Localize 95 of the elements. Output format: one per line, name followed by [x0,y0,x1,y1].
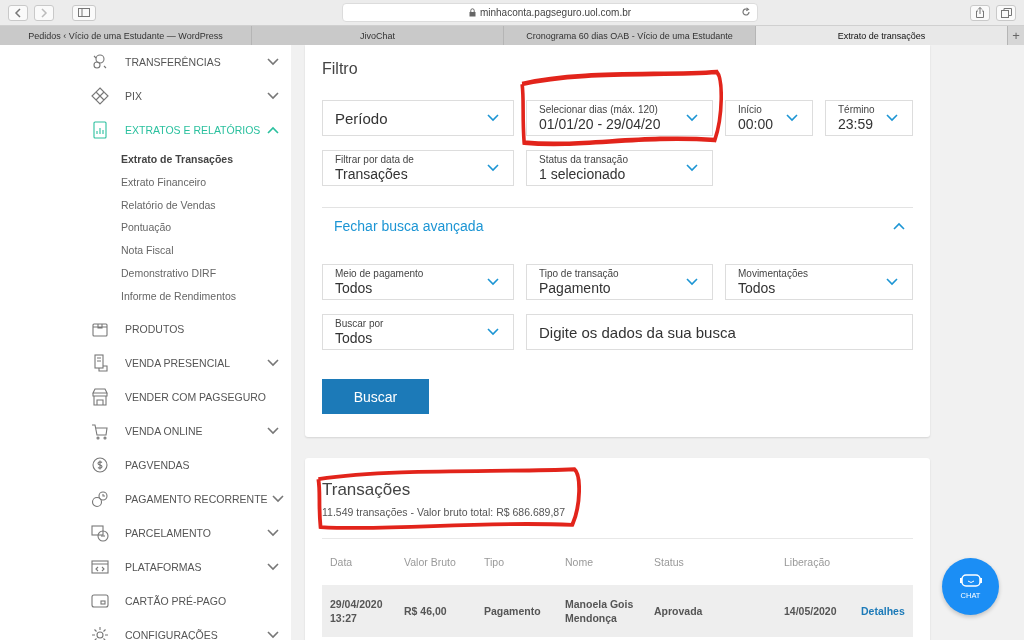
sidebar-item[interactable]: PLATAFORMAS [0,549,291,584]
dropdown-field[interactable]: Buscar por Todos [322,314,514,350]
dropdown-field[interactable]: Término 23:59 [825,100,913,136]
chevron-icon [893,222,905,230]
chevron-icon [267,528,279,537]
sidebar-item[interactable]: VENDA PRESENCIAL [0,345,291,380]
menu-icon [91,121,109,139]
chevron-icon [267,92,279,100]
sidebar-item[interactable]: CARTÃO PRÉ-PAGO [0,583,291,618]
chevron-icon [267,426,279,435]
menu-icon [91,53,109,71]
menu-icon [91,87,109,105]
section-title: Transações [322,480,412,500]
menu-icon [91,625,109,640]
section-title: Filtro [322,59,358,79]
sidebar-item[interactable]: PAGAMENTO RECORRENTE [0,481,291,516]
reload-icon[interactable] [741,7,751,17]
chevron-icon [886,278,898,286]
table-cell: Aprovada [654,605,703,617]
table-cell: R$ 46,00 [404,605,447,617]
column-header: Data [330,556,353,568]
submenu-item[interactable]: Demonstrativo DIRF [121,262,217,285]
chevron-icon [267,630,279,639]
sidebar-item[interactable]: PIX [0,79,291,113]
sidebar-item[interactable]: VENDER COM PAGSEGURO [0,379,291,414]
column-header: Status [654,556,684,568]
menu-icon [91,523,109,542]
tabs-button[interactable] [996,4,1016,21]
menu-icon [91,455,109,474]
submenu-item[interactable]: Nota Fiscal [121,239,174,262]
submenu-item[interactable]: Extrato Financeiro [121,170,207,194]
robot-icon [958,573,983,589]
chevron-icon [487,164,499,172]
table-cell: Pagamento [484,605,541,617]
chevron-icon [271,494,284,503]
table-cell: 14/05/2020 [784,605,837,617]
menu-icon [91,557,109,576]
menu-icon [91,591,109,610]
dropdown-field[interactable]: Filtrar por data de Transações [322,150,514,186]
sidebar-icon [78,8,90,17]
chevron-icon [786,114,798,122]
dropdown-field[interactable]: Tipo de transação Pagamento [526,264,713,300]
transactions-summary: 11.549 transações - Valor bruto total: R$ 686.689,87 [322,506,566,518]
details-link[interactable]: Detalhes [861,605,905,617]
chevron-icon [267,562,279,571]
sidebar-item[interactable]: PARCELAMENTO [0,515,291,550]
back-button[interactable] [8,4,28,21]
table-cell: Manoela Gois Mendonça [565,598,634,624]
menu-icon [91,353,109,372]
submenu-item[interactable]: Pontuação [121,216,172,240]
menu-icon [91,421,109,440]
column-header: Valor Bruto [404,556,456,568]
submenu-item[interactable]: Relatório de Vendas [121,193,216,217]
chevron-icon [267,358,279,367]
chevron-icon [487,114,499,122]
share-button[interactable] [970,4,990,21]
dropdown-field[interactable]: Início 00:00 [725,100,813,136]
chevron-icon [487,328,499,336]
chevron-icon [886,114,898,122]
menu-icon [91,387,109,406]
sidebar-button[interactable] [72,4,96,21]
browser-tab[interactable]: Extrato de transações [756,26,1008,45]
sidebar-item[interactable]: PAGVENDAS [0,447,291,482]
submenu-item[interactable]: Informe de Rendimentos [121,284,236,308]
address-field[interactable]: minhaconta.pagseguro.uol.com.br [342,3,758,22]
search-field[interactable]: Digite os dados da sua busca [526,314,913,350]
chevron-icon [267,58,279,66]
dropdown-field[interactable]: Selecionar dias (máx. 120) 01/01/20 - 29/04/20 [526,100,713,136]
new-tab-button[interactable]: + [1008,26,1024,45]
sidebar-item[interactable]: TRANSFERÊNCIAS [0,45,291,79]
sidebar-item[interactable]: CONFIGURAÇÕES [0,617,291,640]
table-cell: 29/04/2020 13:27 [330,598,383,624]
dropdown-field[interactable]: Movimentações Todos [725,264,913,300]
forward-icon [40,7,48,18]
chevron-icon [487,278,499,286]
back-icon [14,7,22,18]
dropdown-field[interactable]: Meio de pagamento Todos [322,264,514,300]
search-button[interactable]: Buscar [322,379,429,414]
tabs-icon [1000,7,1012,18]
dropdown-field[interactable]: Status da transação 1 selecionado [526,150,713,186]
menu-icon [91,489,109,508]
column-header: Nome [565,556,593,568]
column-header: Liberação [784,556,831,568]
lock-icon [468,8,476,17]
chevron-icon [686,114,698,122]
submenu-item[interactable]: Extrato de Transações [121,148,234,171]
dropdown-field[interactable]: Período [322,100,514,136]
sidebar-item[interactable]: PRODUTOS [0,311,291,346]
chevron-icon [686,164,698,172]
column-header: Tipo [484,556,505,568]
chevron-icon [267,126,279,134]
url-text: minhaconta.pagseguro.uol.com.br [479,7,632,18]
sidebar-item[interactable]: VENDA ONLINE [0,413,291,448]
share-icon [975,7,985,18]
chevron-icon [686,278,698,286]
